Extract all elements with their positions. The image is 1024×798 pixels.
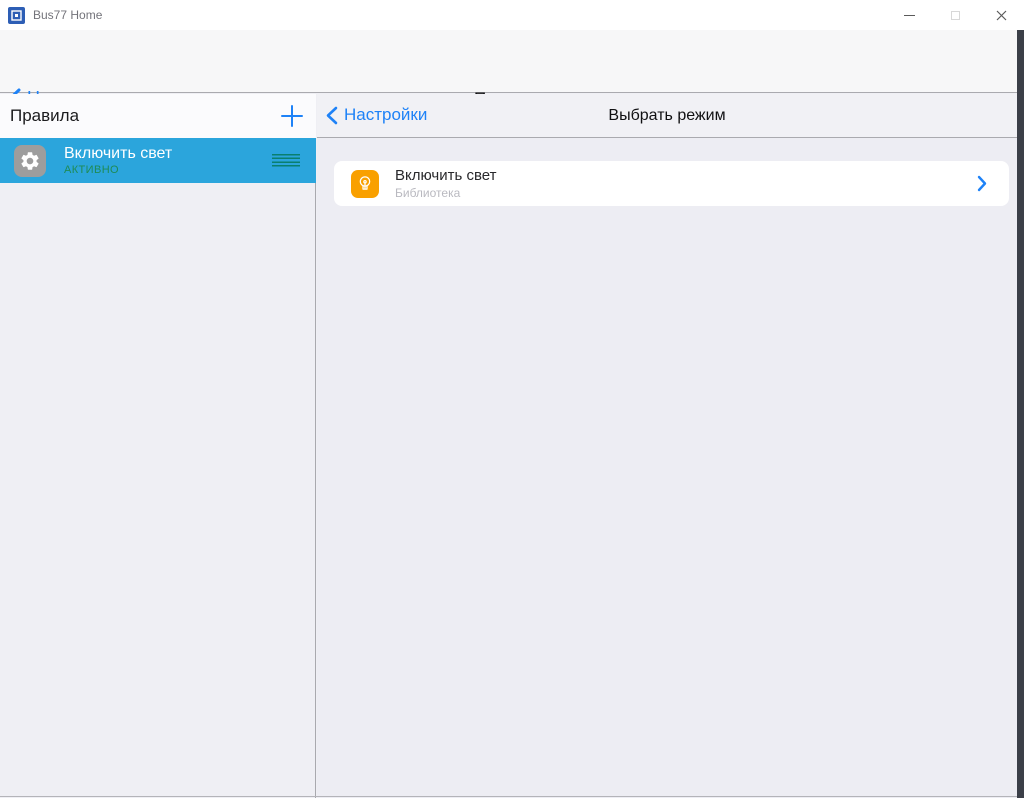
add-rule-button[interactable] xyxy=(280,104,304,128)
close-button[interactable] xyxy=(978,0,1024,30)
window-bottom-edge xyxy=(0,796,1017,797)
rule-status-badge: АКТИВНО xyxy=(64,164,172,176)
plus-icon xyxy=(280,104,304,128)
mode-card[interactable]: Включить свет Библиотека xyxy=(334,161,1009,206)
rules-sidebar: Правила Включить свет АКТИВНО xyxy=(0,94,316,798)
sidebar-title: Правила xyxy=(10,106,79,126)
app-logo-icon xyxy=(8,7,25,24)
window-controls xyxy=(886,0,1024,30)
detail-panel: Настройки Выбрать режим xyxy=(317,94,1017,798)
main-area: Правила Включить свет АКТИВНО xyxy=(0,94,1017,798)
drag-handle-icon[interactable] xyxy=(272,154,300,168)
close-icon xyxy=(996,10,1007,21)
desktop-edge xyxy=(1017,8,1024,798)
titlebar: Bus77 Home xyxy=(0,0,1024,30)
gear-icon xyxy=(14,145,46,177)
mode-card-subtitle: Библиотека xyxy=(395,186,496,200)
rule-list-item[interactable]: Включить свет АКТИВНО xyxy=(0,138,316,183)
sidebar-header: Правила xyxy=(0,94,316,138)
panel-title: Выбрать режим xyxy=(317,107,1017,125)
window-title: Bus77 Home xyxy=(33,8,102,22)
minimize-icon xyxy=(904,15,915,16)
nav-header: Назад Правила xyxy=(0,30,1017,93)
maximize-button[interactable] xyxy=(932,0,978,30)
maximize-icon xyxy=(951,11,960,20)
rule-texts: Включить свет АКТИВНО xyxy=(64,145,172,176)
lightbulb-icon xyxy=(351,170,379,198)
chevron-right-icon xyxy=(977,175,987,192)
minimize-button[interactable] xyxy=(886,0,932,30)
app-window: Bus77 Home Назад Правила xyxy=(0,0,1017,798)
rule-title: Включить свет xyxy=(64,145,172,163)
mode-card-title: Включить свет xyxy=(395,167,496,184)
panel-header: Настройки Выбрать режим xyxy=(317,94,1017,138)
mode-card-texts: Включить свет Библиотека xyxy=(395,167,496,200)
